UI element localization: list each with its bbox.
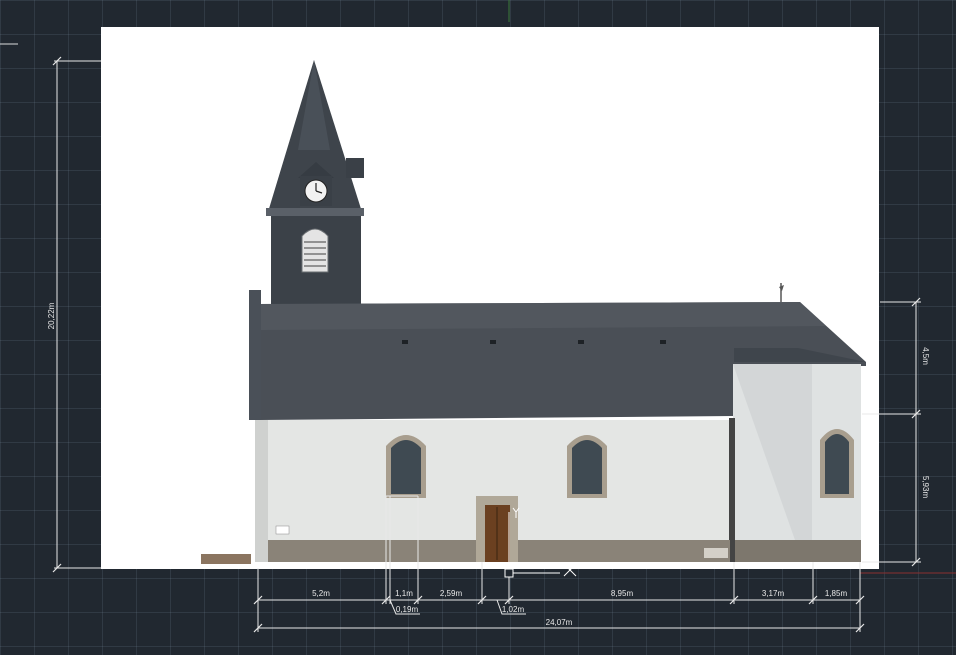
tower-cornice (266, 208, 364, 216)
dim-seg-3[interactable]: 2,59m (440, 589, 463, 598)
dim-seg-6[interactable]: 1,85m (825, 589, 848, 598)
arched-window (567, 435, 607, 498)
roof-vent (490, 340, 496, 344)
roof-upper-band (258, 302, 826, 330)
west-gable-edge (249, 290, 261, 420)
dim-total-width[interactable]: 24,07m (546, 618, 573, 627)
west-buttress (255, 420, 268, 562)
dim-leader-1[interactable]: 0,19m (396, 605, 419, 614)
rubble-pile (201, 554, 251, 564)
dim-leader-2[interactable]: 1,02m (502, 605, 525, 614)
chancel-plinth (735, 540, 861, 562)
side-dormer (346, 158, 364, 178)
dim-seg-1[interactable]: 5,2m (312, 589, 330, 598)
roof-vent (402, 340, 408, 344)
dim-seg-5[interactable]: 3,17m (762, 589, 785, 598)
dim-seg-4[interactable]: 8,95m (611, 589, 634, 598)
cad-drawing-canvas[interactable]: 20,22m 4,5m 5,93m 5,2m 1,1m 2,59m 8,95m … (0, 0, 956, 655)
roof-vent (578, 340, 584, 344)
clock-icon (304, 179, 328, 203)
dim-total-height[interactable]: 20,22m (47, 302, 56, 329)
plaque (275, 525, 290, 535)
dim-seg-2[interactable]: 1,1m (395, 589, 413, 598)
louvre-vent-icon (301, 228, 329, 273)
arched-window (820, 429, 854, 498)
roof-vent (660, 340, 666, 344)
dim-lower-right-height[interactable]: 5,93m (921, 476, 930, 499)
arched-window (386, 435, 426, 498)
dim-upper-right-height[interactable]: 4,5m (921, 347, 930, 365)
bench (704, 548, 728, 558)
